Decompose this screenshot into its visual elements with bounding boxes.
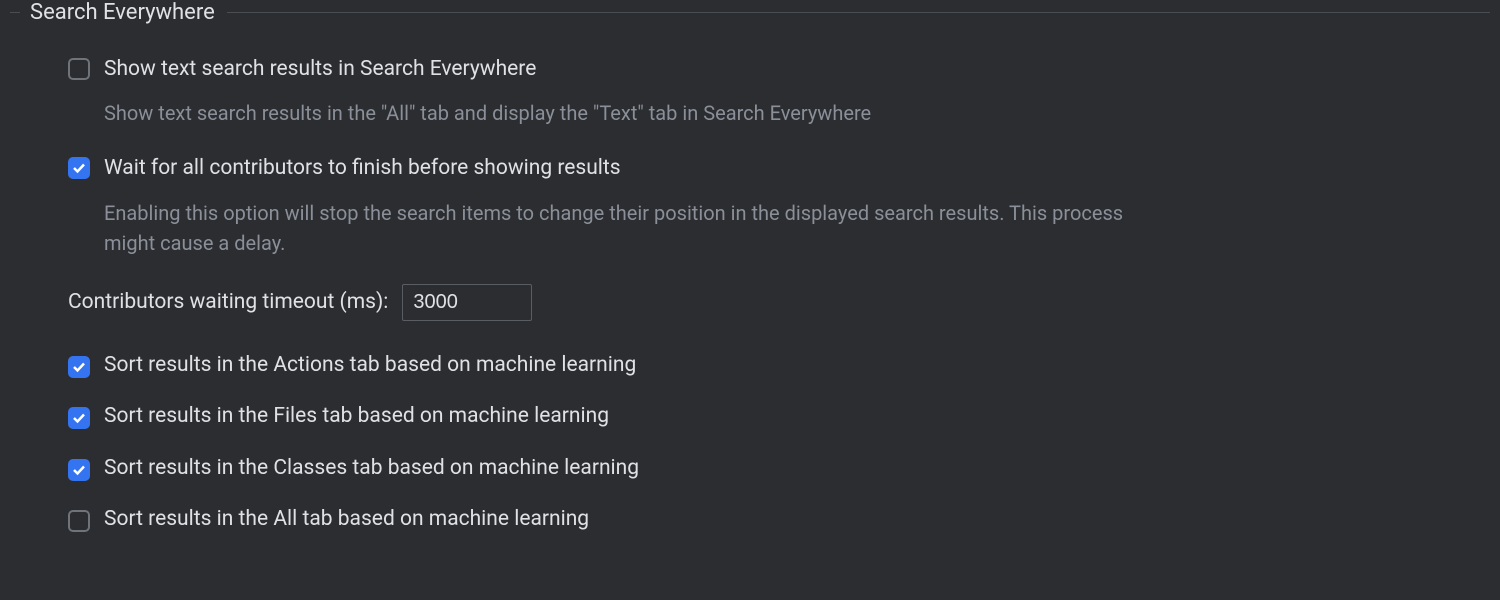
section-content: Show text search results in Search Every… (20, 25, 1480, 534)
wait-contributors-label: Wait for all contributors to finish befo… (104, 154, 621, 183)
sort-all-ml-label: Sort results in the All tab based on mac… (104, 505, 589, 534)
check-icon (72, 360, 86, 374)
check-icon (72, 411, 86, 425)
show-text-search-checkbox[interactable] (68, 58, 90, 80)
wait-contributors-option: Wait for all contributors to finish befo… (68, 154, 1480, 257)
sort-classes-ml-label: Sort results in the Classes tab based on… (104, 454, 639, 483)
search-everywhere-section: Search Everywhere Show text search resul… (0, 0, 1500, 534)
sort-files-ml-option: Sort results in the Files tab based on m… (68, 402, 1480, 431)
timeout-option: Contributors waiting timeout (ms): (68, 284, 1480, 321)
sort-files-ml-label: Sort results in the Files tab based on m… (104, 402, 609, 431)
sort-actions-ml-option: Sort results in the Actions tab based on… (68, 351, 1480, 380)
sort-classes-ml-option: Sort results in the Classes tab based on… (68, 454, 1480, 483)
check-icon (72, 463, 86, 477)
sort-all-ml-option: Sort results in the All tab based on mac… (68, 505, 1480, 534)
sort-classes-ml-checkbox[interactable] (68, 459, 90, 481)
show-text-search-label: Show text search results in Search Every… (104, 55, 536, 84)
sort-actions-ml-label: Sort results in the Actions tab based on… (104, 351, 636, 380)
sort-files-ml-checkbox[interactable] (68, 407, 90, 429)
timeout-input[interactable] (402, 284, 532, 321)
wait-contributors-checkbox[interactable] (68, 157, 90, 179)
ml-sort-options: Sort results in the Actions tab based on… (68, 351, 1480, 535)
timeout-label: Contributors waiting timeout (ms): (68, 290, 388, 314)
wait-contributors-description: Enabling this option will stop the searc… (104, 198, 1144, 258)
sort-actions-ml-checkbox[interactable] (68, 356, 90, 378)
section-title: Search Everywhere (20, 0, 227, 25)
show-text-search-description: Show text search results in the "All" ta… (104, 98, 1144, 128)
check-icon (72, 161, 86, 175)
sort-all-ml-checkbox[interactable] (68, 510, 90, 532)
show-text-search-option: Show text search results in Search Every… (68, 55, 1480, 128)
